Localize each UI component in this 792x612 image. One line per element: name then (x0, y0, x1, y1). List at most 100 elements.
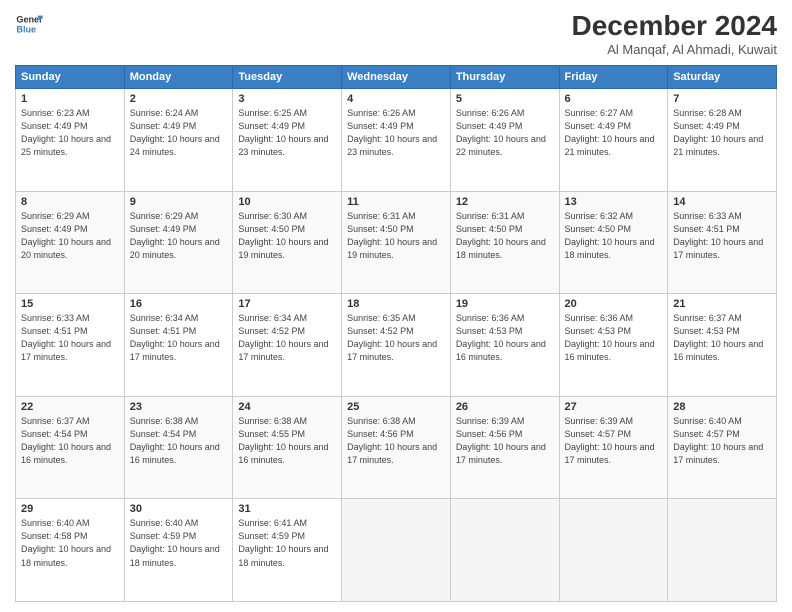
day-info: Sunrise: 6:37 AMSunset: 4:54 PMDaylight:… (21, 416, 111, 465)
day-info: Sunrise: 6:31 AMSunset: 4:50 PMDaylight:… (347, 211, 437, 260)
table-row (342, 499, 451, 602)
table-row: 7 Sunrise: 6:28 AMSunset: 4:49 PMDayligh… (668, 89, 777, 192)
calendar-row: 29 Sunrise: 6:40 AMSunset: 4:58 PMDaylig… (16, 499, 777, 602)
calendar-table: Sunday Monday Tuesday Wednesday Thursday… (15, 65, 777, 602)
logo: General Blue (15, 10, 43, 38)
calendar-row: 1 Sunrise: 6:23 AMSunset: 4:49 PMDayligh… (16, 89, 777, 192)
day-number: 18 (347, 298, 445, 310)
table-row: 15 Sunrise: 6:33 AMSunset: 4:51 PMDaylig… (16, 294, 125, 397)
table-row: 20 Sunrise: 6:36 AMSunset: 4:53 PMDaylig… (559, 294, 668, 397)
day-number: 31 (238, 503, 336, 515)
day-number: 22 (21, 401, 119, 413)
table-row: 4 Sunrise: 6:26 AMSunset: 4:49 PMDayligh… (342, 89, 451, 192)
day-number: 15 (21, 298, 119, 310)
day-info: Sunrise: 6:38 AMSunset: 4:54 PMDaylight:… (130, 416, 220, 465)
day-number: 7 (673, 93, 771, 105)
day-info: Sunrise: 6:29 AMSunset: 4:49 PMDaylight:… (21, 211, 111, 260)
logo-icon: General Blue (15, 10, 43, 38)
table-row: 30 Sunrise: 6:40 AMSunset: 4:59 PMDaylig… (124, 499, 233, 602)
table-row: 3 Sunrise: 6:25 AMSunset: 4:49 PMDayligh… (233, 89, 342, 192)
day-info: Sunrise: 6:32 AMSunset: 4:50 PMDaylight:… (565, 211, 655, 260)
table-row: 9 Sunrise: 6:29 AMSunset: 4:49 PMDayligh… (124, 191, 233, 294)
day-info: Sunrise: 6:29 AMSunset: 4:49 PMDaylight:… (130, 211, 220, 260)
table-row: 17 Sunrise: 6:34 AMSunset: 4:52 PMDaylig… (233, 294, 342, 397)
header: General Blue December 2024 Al Manqaf, Al… (15, 10, 777, 57)
day-info: Sunrise: 6:38 AMSunset: 4:55 PMDaylight:… (238, 416, 328, 465)
day-number: 20 (565, 298, 663, 310)
header-saturday: Saturday (668, 66, 777, 89)
table-row: 10 Sunrise: 6:30 AMSunset: 4:50 PMDaylig… (233, 191, 342, 294)
day-number: 21 (673, 298, 771, 310)
header-wednesday: Wednesday (342, 66, 451, 89)
day-number: 25 (347, 401, 445, 413)
table-row: 12 Sunrise: 6:31 AMSunset: 4:50 PMDaylig… (450, 191, 559, 294)
day-info: Sunrise: 6:30 AMSunset: 4:50 PMDaylight:… (238, 211, 328, 260)
table-row: 27 Sunrise: 6:39 AMSunset: 4:57 PMDaylig… (559, 396, 668, 499)
table-row: 28 Sunrise: 6:40 AMSunset: 4:57 PMDaylig… (668, 396, 777, 499)
table-row: 5 Sunrise: 6:26 AMSunset: 4:49 PMDayligh… (450, 89, 559, 192)
day-info: Sunrise: 6:41 AMSunset: 4:59 PMDaylight:… (238, 518, 328, 567)
table-row: 21 Sunrise: 6:37 AMSunset: 4:53 PMDaylig… (668, 294, 777, 397)
day-info: Sunrise: 6:31 AMSunset: 4:50 PMDaylight:… (456, 211, 546, 260)
table-row: 23 Sunrise: 6:38 AMSunset: 4:54 PMDaylig… (124, 396, 233, 499)
svg-text:Blue: Blue (16, 24, 36, 34)
header-sunday: Sunday (16, 66, 125, 89)
day-number: 24 (238, 401, 336, 413)
table-row: 8 Sunrise: 6:29 AMSunset: 4:49 PMDayligh… (16, 191, 125, 294)
day-number: 29 (21, 503, 119, 515)
table-row: 26 Sunrise: 6:39 AMSunset: 4:56 PMDaylig… (450, 396, 559, 499)
header-tuesday: Tuesday (233, 66, 342, 89)
table-row: 16 Sunrise: 6:34 AMSunset: 4:51 PMDaylig… (124, 294, 233, 397)
calendar-row: 22 Sunrise: 6:37 AMSunset: 4:54 PMDaylig… (16, 396, 777, 499)
header-friday: Friday (559, 66, 668, 89)
day-info: Sunrise: 6:36 AMSunset: 4:53 PMDaylight:… (456, 313, 546, 362)
table-row: 1 Sunrise: 6:23 AMSunset: 4:49 PMDayligh… (16, 89, 125, 192)
month-title: December 2024 (572, 10, 777, 42)
day-info: Sunrise: 6:33 AMSunset: 4:51 PMDaylight:… (673, 211, 763, 260)
day-number: 12 (456, 196, 554, 208)
table-row: 24 Sunrise: 6:38 AMSunset: 4:55 PMDaylig… (233, 396, 342, 499)
table-row: 19 Sunrise: 6:36 AMSunset: 4:53 PMDaylig… (450, 294, 559, 397)
table-row: 13 Sunrise: 6:32 AMSunset: 4:50 PMDaylig… (559, 191, 668, 294)
day-info: Sunrise: 6:26 AMSunset: 4:49 PMDaylight:… (347, 108, 437, 157)
day-number: 13 (565, 196, 663, 208)
header-thursday: Thursday (450, 66, 559, 89)
day-number: 2 (130, 93, 228, 105)
day-number: 17 (238, 298, 336, 310)
day-number: 28 (673, 401, 771, 413)
table-row (559, 499, 668, 602)
day-info: Sunrise: 6:33 AMSunset: 4:51 PMDaylight:… (21, 313, 111, 362)
day-number: 5 (456, 93, 554, 105)
day-info: Sunrise: 6:24 AMSunset: 4:49 PMDaylight:… (130, 108, 220, 157)
table-row: 29 Sunrise: 6:40 AMSunset: 4:58 PMDaylig… (16, 499, 125, 602)
table-row: 22 Sunrise: 6:37 AMSunset: 4:54 PMDaylig… (16, 396, 125, 499)
day-number: 11 (347, 196, 445, 208)
day-number: 4 (347, 93, 445, 105)
table-row: 6 Sunrise: 6:27 AMSunset: 4:49 PMDayligh… (559, 89, 668, 192)
day-number: 23 (130, 401, 228, 413)
day-number: 1 (21, 93, 119, 105)
day-info: Sunrise: 6:36 AMSunset: 4:53 PMDaylight:… (565, 313, 655, 362)
day-number: 16 (130, 298, 228, 310)
day-info: Sunrise: 6:34 AMSunset: 4:52 PMDaylight:… (238, 313, 328, 362)
header-monday: Monday (124, 66, 233, 89)
table-row (668, 499, 777, 602)
calendar-row: 15 Sunrise: 6:33 AMSunset: 4:51 PMDaylig… (16, 294, 777, 397)
calendar-header-row: Sunday Monday Tuesday Wednesday Thursday… (16, 66, 777, 89)
table-row: 11 Sunrise: 6:31 AMSunset: 4:50 PMDaylig… (342, 191, 451, 294)
day-number: 6 (565, 93, 663, 105)
day-info: Sunrise: 6:23 AMSunset: 4:49 PMDaylight:… (21, 108, 111, 157)
day-number: 26 (456, 401, 554, 413)
day-number: 10 (238, 196, 336, 208)
table-row: 18 Sunrise: 6:35 AMSunset: 4:52 PMDaylig… (342, 294, 451, 397)
day-info: Sunrise: 6:39 AMSunset: 4:56 PMDaylight:… (456, 416, 546, 465)
day-number: 8 (21, 196, 119, 208)
day-info: Sunrise: 6:35 AMSunset: 4:52 PMDaylight:… (347, 313, 437, 362)
day-number: 19 (456, 298, 554, 310)
calendar-row: 8 Sunrise: 6:29 AMSunset: 4:49 PMDayligh… (16, 191, 777, 294)
day-info: Sunrise: 6:38 AMSunset: 4:56 PMDaylight:… (347, 416, 437, 465)
day-number: 3 (238, 93, 336, 105)
day-info: Sunrise: 6:40 AMSunset: 4:58 PMDaylight:… (21, 518, 111, 567)
day-info: Sunrise: 6:28 AMSunset: 4:49 PMDaylight:… (673, 108, 763, 157)
table-row: 25 Sunrise: 6:38 AMSunset: 4:56 PMDaylig… (342, 396, 451, 499)
